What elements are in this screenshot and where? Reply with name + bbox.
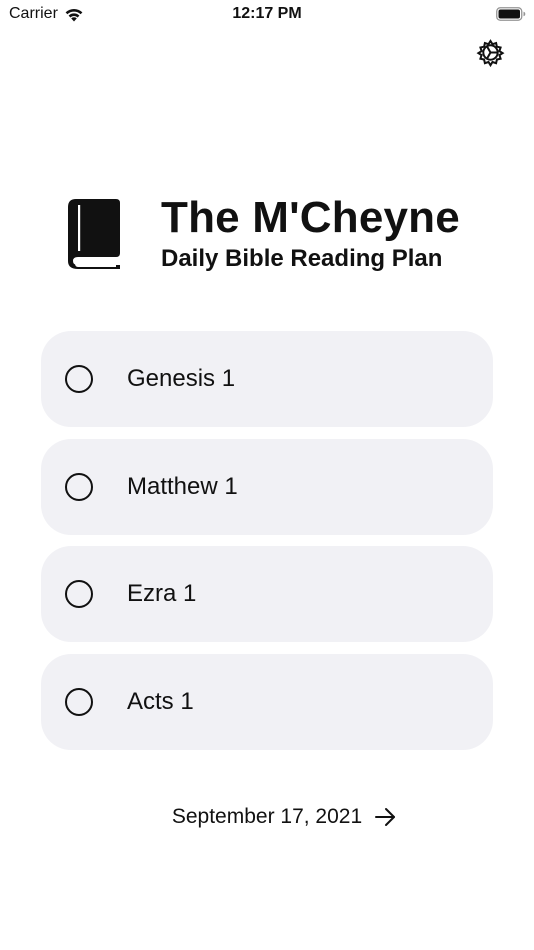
arrow-right-icon[interactable]	[374, 807, 396, 827]
reading-item-ezra[interactable]: Ezra 1	[41, 546, 493, 642]
book-icon	[66, 197, 122, 269]
reading-item-matthew[interactable]: Matthew 1	[41, 438, 493, 535]
reading-label: Ezra 1	[127, 580, 197, 607]
unchecked-circle-icon[interactable]	[65, 365, 93, 393]
reading-label: Genesis 1	[127, 365, 236, 392]
reading-label: Matthew 1	[127, 472, 238, 500]
unchecked-circle-icon[interactable]	[65, 687, 93, 716]
page-subtitle: Daily Bible Reading Plan	[161, 245, 443, 272]
unchecked-circle-icon[interactable]	[65, 580, 93, 608]
battery-icon	[496, 7, 526, 21]
unchecked-circle-icon[interactable]	[65, 472, 93, 501]
settings-button[interactable]	[474, 38, 507, 71]
status-bar: Carrier 12:17 PM	[0, 0, 534, 30]
page-title: The M'Cheyne	[161, 193, 460, 242]
date-nav-button[interactable]: September 17, 2021	[0, 802, 534, 832]
gear-icon	[474, 36, 507, 74]
reading-item-acts[interactable]: Acts 1	[41, 653, 493, 750]
current-date-label: September 17, 2021	[171, 805, 363, 828]
reading-label: Acts 1	[127, 687, 194, 715]
reading-list: Genesis 1 Matthew 1 Ezra 1 Acts 1	[41, 331, 493, 761]
status-time: 12:17 PM	[232, 5, 302, 22]
app-header: The M'Cheyne Daily Bible Reading Plan	[66, 194, 486, 274]
reading-item-genesis[interactable]: Genesis 1	[41, 331, 493, 427]
